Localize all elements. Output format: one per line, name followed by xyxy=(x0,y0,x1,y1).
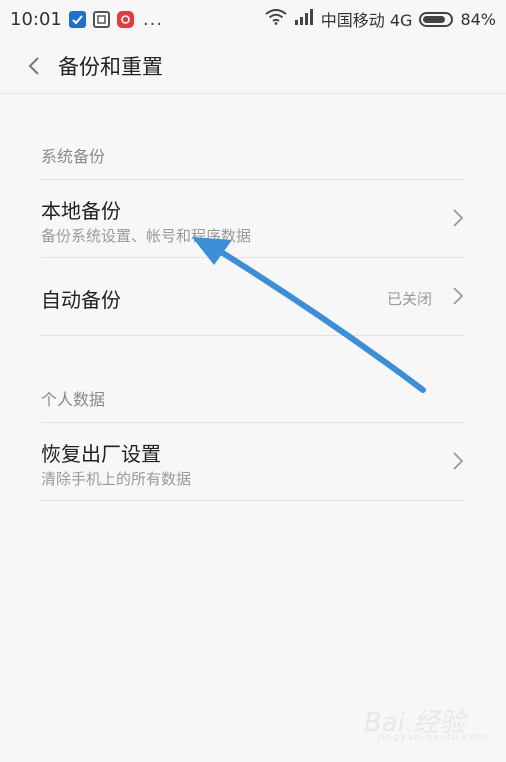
factory-reset-title: 恢复出厂设置 xyxy=(41,442,161,466)
watermark-subtext: jingyan.baidu.com xyxy=(378,732,488,743)
back-button[interactable] xyxy=(14,46,54,86)
divider xyxy=(41,335,466,336)
local-backup-title: 本地备份 xyxy=(41,199,121,223)
divider xyxy=(41,500,466,501)
factory-reset-row[interactable]: 恢复出厂设置 清除手机上的所有数据 xyxy=(0,423,506,500)
title-bar: 备份和重置 xyxy=(0,38,506,94)
chevron-right-icon xyxy=(453,452,464,470)
battery-percent: 84% xyxy=(460,9,496,29)
auto-backup-title: 自动备份 xyxy=(41,288,121,312)
weibo-notification-icon xyxy=(116,10,134,28)
annotation-arrow xyxy=(192,237,426,393)
battery-icon xyxy=(419,11,454,27)
auto-backup-row[interactable]: 自动备份 已关闭 xyxy=(0,258,506,335)
carrier-label: 中国移动 4G xyxy=(320,11,413,30)
chevron-right-icon xyxy=(453,209,464,227)
local-backup-subtitle: 备份系统设置、帐号和程序数据 xyxy=(41,227,252,245)
factory-reset-subtitle: 清除手机上的所有数据 xyxy=(41,470,192,488)
section-header-personal-data: 个人数据 xyxy=(41,390,106,409)
chevron-right-icon xyxy=(453,287,464,305)
signal-icon xyxy=(294,8,314,30)
status-time: 10:01 xyxy=(10,8,62,30)
status-left: 10:01 ... xyxy=(10,9,163,30)
message-notification-icon xyxy=(92,10,110,28)
status-right: 中国移动 4G 84% xyxy=(265,7,496,31)
wifi-icon xyxy=(265,8,287,30)
chevron-left-icon xyxy=(28,56,39,75)
local-backup-row[interactable]: 本地备份 备份系统设置、帐号和程序数据 xyxy=(0,180,506,257)
page-title: 备份和重置 xyxy=(58,54,163,79)
app-notification-icon xyxy=(68,10,86,28)
battery-level-fill xyxy=(423,15,446,23)
more-notifications-icon: ... xyxy=(142,8,164,30)
section-header-system-backup: 系统备份 xyxy=(41,147,106,166)
status-bar: 10:01 ... 中国移动 4G 84% xyxy=(0,0,506,38)
auto-backup-status: 已关闭 xyxy=(386,290,432,308)
baidu-watermark: Bai 经验 jingyan.baidu.com xyxy=(364,696,494,746)
